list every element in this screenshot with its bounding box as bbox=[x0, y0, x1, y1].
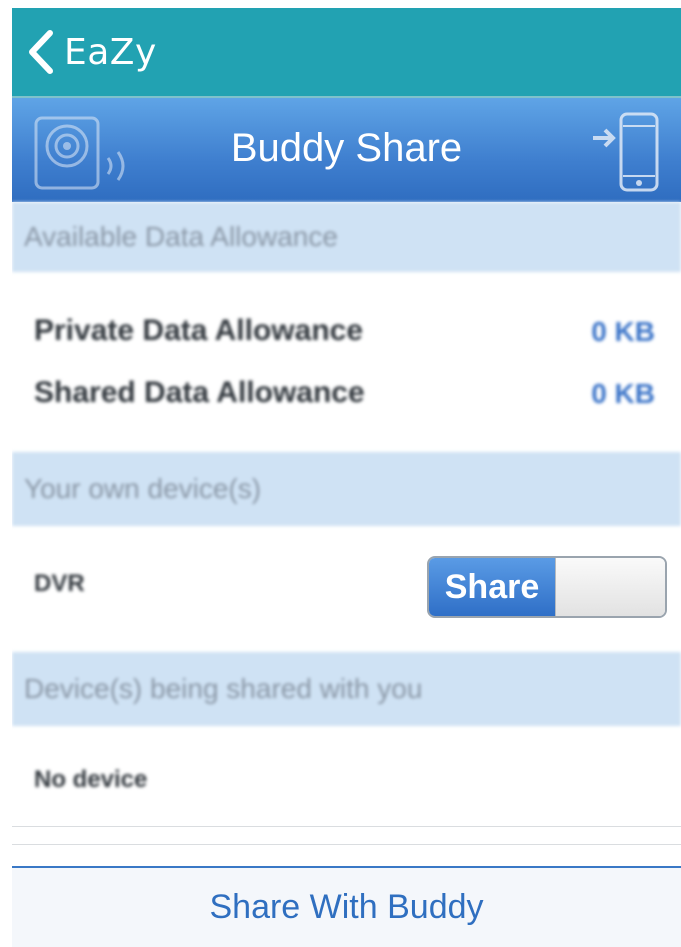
top-navigation-bar: EaZy bbox=[12, 8, 681, 98]
share-with-buddy-label: Share With Buddy bbox=[209, 888, 484, 926]
page-title: Buddy Share bbox=[230, 126, 463, 170]
device-name-dvr: DVR bbox=[34, 570, 85, 597]
section-title: Available Data Allowance bbox=[24, 221, 338, 252]
share-toggle[interactable]: Share bbox=[427, 556, 667, 618]
section-title: Device(s) being shared with you bbox=[24, 673, 423, 704]
back-button-label: EaZy bbox=[64, 31, 157, 73]
private-allowance-label: Private Data Allowance bbox=[34, 314, 364, 347]
section-header-allowance: Available Data Allowance bbox=[12, 202, 681, 272]
share-with-buddy-button[interactable]: Share With Buddy bbox=[12, 866, 681, 947]
page-header: Buddy Share bbox=[12, 98, 681, 202]
toggle-knob bbox=[555, 558, 665, 616]
private-allowance-value: 0 KB bbox=[591, 316, 655, 347]
shared-allowance-label: Shared Data Allowance bbox=[34, 376, 365, 409]
back-button[interactable]: EaZy bbox=[26, 26, 157, 78]
app-screen: EaZy Buddy Share Available Data Allowanc… bbox=[12, 8, 681, 947]
phone-transfer-icon bbox=[591, 108, 663, 199]
section-header-own-devices: Your own device(s) bbox=[12, 452, 681, 526]
chevron-left-icon bbox=[26, 29, 54, 75]
section-title: Your own device(s) bbox=[24, 473, 262, 504]
divider bbox=[12, 844, 681, 845]
share-toggle-label: Share bbox=[429, 558, 555, 616]
no-device-text: No device bbox=[34, 766, 148, 793]
divider bbox=[12, 826, 681, 827]
section-header-shared-with-you: Device(s) being shared with you bbox=[12, 652, 681, 726]
shared-allowance-value: 0 KB bbox=[591, 378, 655, 409]
